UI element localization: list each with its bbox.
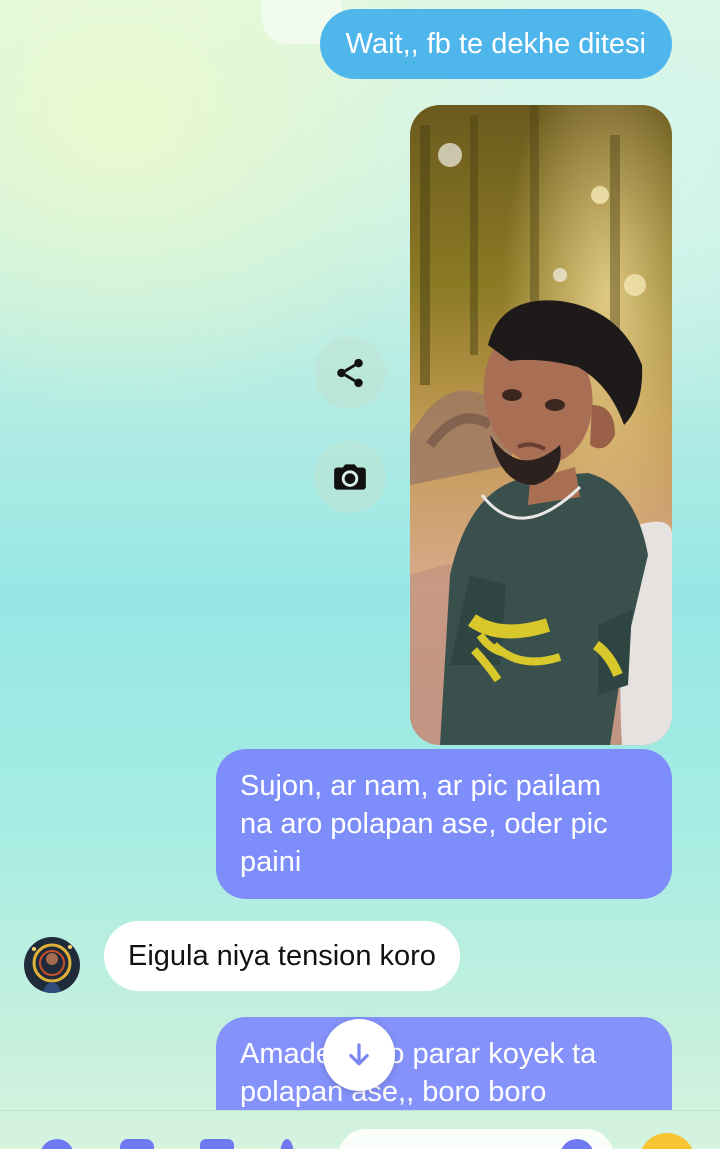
sent-message-bubble[interactable]: Wait,, fb te dekhe ditesi [319, 9, 672, 79]
sent-message-bubble[interactable]: Amader jotto parar koyek ta polapan ase,… [216, 1017, 672, 1110]
chat-thread[interactable]: Wait,, fb te dekhe ditesi Sujon, ar nam,… [0, 0, 720, 1110]
sent-message-bubble[interactable]: Sujon, ar nam, ar pic pailam na aro pola… [216, 749, 672, 899]
contact-avatar[interactable] [24, 937, 80, 993]
arrow-down-icon [349, 1043, 369, 1066]
camera-button[interactable] [314, 441, 386, 513]
message-composer [0, 1110, 720, 1149]
scroll-to-bottom-button[interactable] [323, 1019, 395, 1091]
received-message-bubble[interactable]: Eigula niya tension koro [104, 921, 460, 991]
share-button[interactable] [314, 337, 386, 409]
emoji-icon[interactable] [639, 1133, 695, 1149]
share-icon [337, 358, 363, 388]
avatar-image [24, 937, 80, 993]
camera-icon [334, 464, 366, 490]
shared-photo[interactable] [410, 105, 672, 745]
photo-image [410, 105, 672, 745]
